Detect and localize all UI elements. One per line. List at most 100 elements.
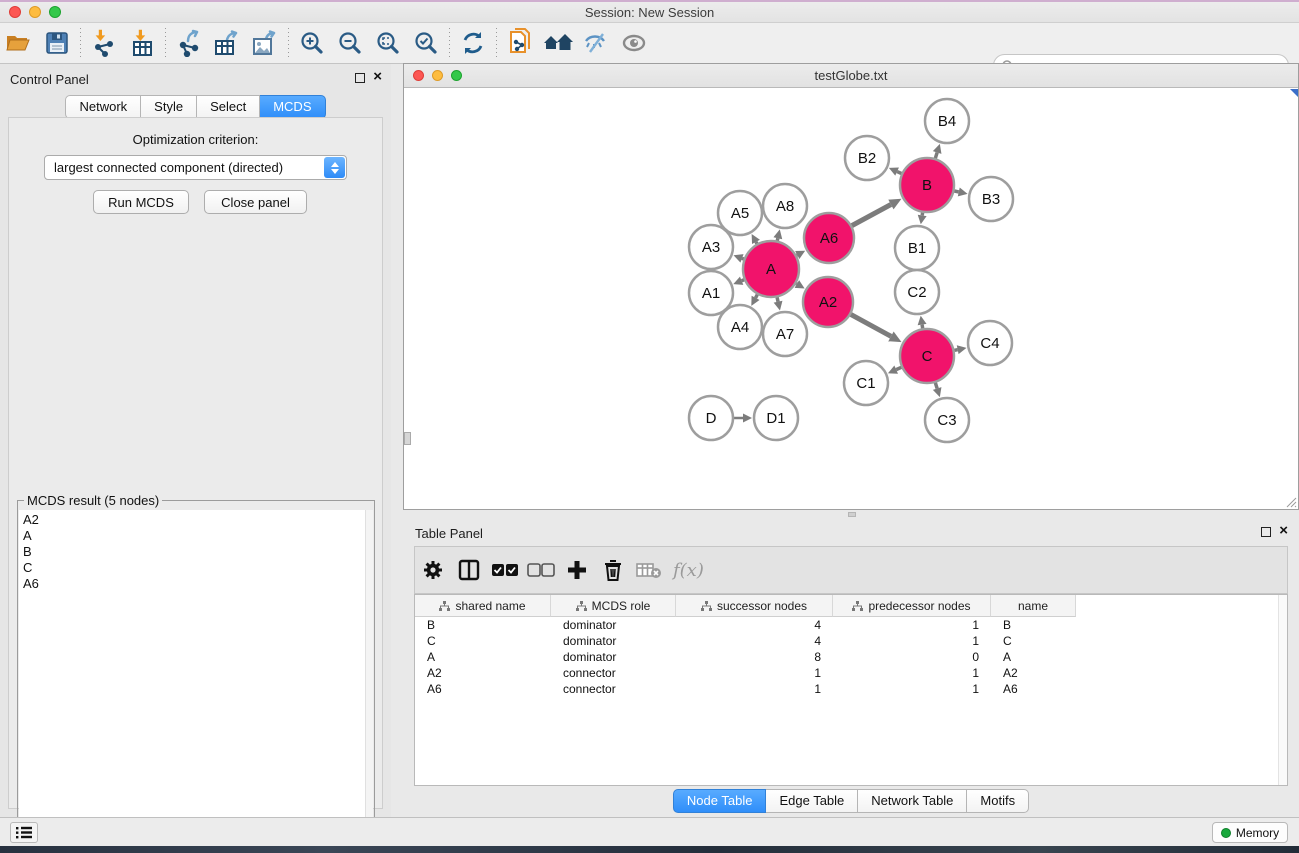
table-row[interactable]: Bdominator41B <box>415 617 1287 633</box>
column-header-MCDS-role[interactable]: MCDS role <box>551 595 676 617</box>
export-table-icon[interactable] <box>208 26 246 60</box>
result-item[interactable]: A2 <box>23 512 363 528</box>
column-layout-icon[interactable] <box>451 552 487 588</box>
criterion-dropdown[interactable]: largest connected component (directed) <box>44 155 347 180</box>
table-scrollbar[interactable] <box>1278 595 1287 785</box>
delete-column-icon[interactable] <box>595 552 631 588</box>
network-window-titlebar[interactable]: testGlobe.txt <box>404 64 1298 88</box>
table-cell[interactable]: dominator <box>551 634 676 648</box>
run-mcds-button[interactable]: Run MCDS <box>93 190 189 214</box>
zoom-fit-icon[interactable] <box>369 26 407 60</box>
tab-network-table[interactable]: Network Table <box>858 789 967 813</box>
edge-C-C3[interactable] <box>935 383 937 389</box>
export-image-icon[interactable] <box>246 26 284 60</box>
mcds-result-list[interactable]: A2ABCA6 <box>19 510 367 842</box>
table-cell[interactable]: 1 <box>833 634 991 648</box>
edge-A6-B[interactable] <box>852 205 891 226</box>
export-network-icon[interactable] <box>170 26 208 60</box>
result-item[interactable]: B <box>23 544 363 560</box>
table-row[interactable]: A6connector11A6 <box>415 681 1287 697</box>
table-cell[interactable]: 1 <box>833 666 991 680</box>
edge-C-C4[interactable] <box>954 350 957 351</box>
table-cell[interactable]: 0 <box>833 650 991 664</box>
home-icon[interactable] <box>539 26 577 60</box>
tab-select[interactable]: Select <box>197 95 260 119</box>
table-row[interactable]: Adominator80A <box>415 649 1287 665</box>
node-table[interactable]: shared nameMCDS rolesuccessor nodesprede… <box>414 594 1288 786</box>
resize-grip-icon[interactable] <box>1285 496 1297 508</box>
edge-C-C1[interactable] <box>896 367 901 369</box>
float-table-panel-icon[interactable] <box>1261 527 1271 537</box>
table-cell[interactable]: 8 <box>676 650 833 664</box>
network-side-handle[interactable] <box>404 432 411 445</box>
zoom-selected-icon[interactable] <box>407 26 445 60</box>
zoom-in-icon[interactable] <box>293 26 331 60</box>
import-table-icon[interactable] <box>123 26 161 60</box>
table-cell[interactable]: A6 <box>991 682 1076 696</box>
table-cell[interactable]: C <box>415 634 551 648</box>
tab-style[interactable]: Style <box>141 95 197 119</box>
edge-A-A3[interactable] <box>742 258 744 259</box>
table-row[interactable]: A2connector11A2 <box>415 665 1287 681</box>
edge-A2-C[interactable] <box>851 314 891 336</box>
task-history-button[interactable] <box>10 822 38 843</box>
refresh-icon[interactable] <box>454 26 492 60</box>
tab-motifs[interactable]: Motifs <box>967 789 1029 813</box>
tab-network[interactable]: Network <box>65 95 141 119</box>
edge-A-A8[interactable] <box>777 238 778 240</box>
column-header-name[interactable]: name <box>991 595 1076 617</box>
column-header-shared-name[interactable]: shared name <box>415 595 551 617</box>
edge-A-A7[interactable] <box>777 297 778 301</box>
table-cell[interactable]: C <box>991 634 1076 648</box>
edge-C-C2[interactable] <box>922 325 923 329</box>
edge-A-A1[interactable] <box>742 280 744 281</box>
table-cell[interactable]: B <box>991 618 1076 632</box>
import-network-icon[interactable] <box>85 26 123 60</box>
deselect-all-columns-icon[interactable] <box>523 552 559 588</box>
table-cell[interactable]: A2 <box>991 666 1076 680</box>
save-session-icon[interactable] <box>38 26 76 60</box>
network-canvas[interactable]: AA1A2A3A4A5A6A7A8BB1B2B3B4CC1C2C3C4DD1 <box>404 89 1298 509</box>
table-cell[interactable]: 4 <box>676 634 833 648</box>
table-cell[interactable]: A2 <box>415 666 551 680</box>
result-item[interactable]: A6 <box>23 576 363 592</box>
zoom-out-icon[interactable] <box>331 26 369 60</box>
tab-node-table[interactable]: Node Table <box>673 789 767 813</box>
tab-edge-table[interactable]: Edge Table <box>766 789 858 813</box>
close-panel-button[interactable]: Close panel <box>204 190 307 214</box>
table-cell[interactable]: 1 <box>676 666 833 680</box>
table-cell[interactable]: connector <box>551 682 676 696</box>
table-cell[interactable]: A6 <box>415 682 551 696</box>
edge-B-B3[interactable] <box>954 191 958 192</box>
table-cell[interactable]: A <box>991 650 1076 664</box>
edge-B-B2[interactable] <box>897 172 901 174</box>
hide-panel-icon[interactable] <box>577 26 615 60</box>
table-cell[interactable]: 1 <box>833 618 991 632</box>
memory-button[interactable]: Memory <box>1212 822 1288 843</box>
table-cell[interactable]: dominator <box>551 618 676 632</box>
float-panel-icon[interactable] <box>355 73 365 83</box>
result-item[interactable]: A <box>23 528 363 544</box>
table-cell[interactable]: dominator <box>551 650 676 664</box>
result-item[interactable]: C <box>23 560 363 576</box>
table-cell[interactable]: 4 <box>676 618 833 632</box>
table-cell[interactable]: B <box>415 618 551 632</box>
tab-mcds[interactable]: MCDS <box>260 95 325 119</box>
settings-icon[interactable] <box>415 552 451 588</box>
column-header-successor-nodes[interactable]: successor nodes <box>676 595 833 617</box>
network-graph[interactable]: AA1A2A3A4A5A6A7A8BB1B2B3B4CC1C2C3C4DD1 <box>404 89 1298 509</box>
table-cell[interactable]: 1 <box>833 682 991 696</box>
close-panel-icon[interactable]: × <box>373 68 382 86</box>
clone-network-icon[interactable] <box>501 26 539 60</box>
result-scrollbar[interactable] <box>365 510 373 842</box>
edge-B-B4[interactable] <box>935 152 937 158</box>
close-table-panel-icon[interactable]: × <box>1279 522 1288 540</box>
column-header-predecessor-nodes[interactable]: predecessor nodes <box>833 595 991 617</box>
table-cell[interactable]: connector <box>551 666 676 680</box>
table-cell[interactable]: A <box>415 650 551 664</box>
edge-A-A4[interactable] <box>756 295 758 298</box>
edge-A-A5[interactable] <box>756 242 757 244</box>
select-all-columns-icon[interactable] <box>487 552 523 588</box>
add-column-icon[interactable] <box>559 552 595 588</box>
table-row[interactable]: Cdominator41C <box>415 633 1287 649</box>
